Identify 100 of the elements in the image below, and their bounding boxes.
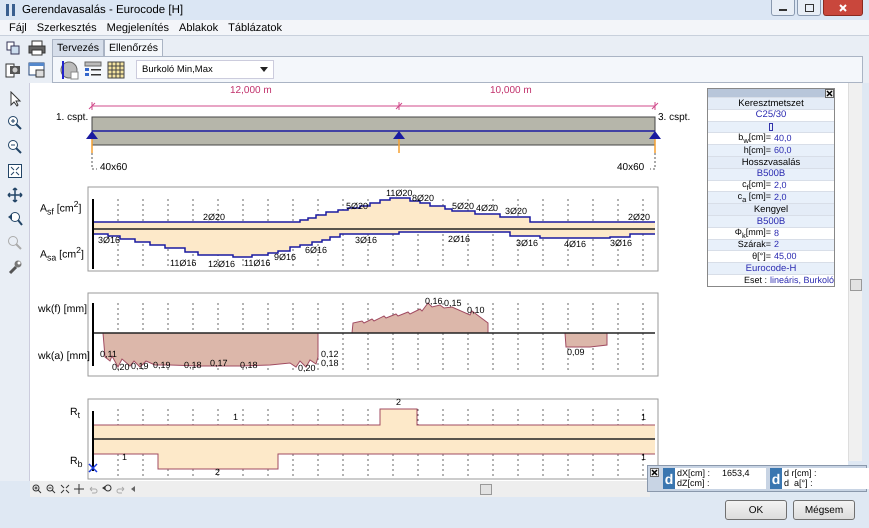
value-label: 0,18: [240, 361, 258, 370]
dialog-button[interactable]: Mégsem: [793, 500, 855, 520]
tab[interactable]: Tervezés: [52, 39, 104, 56]
axis-label: A$_{sa}$ [cm$^{2}$]: [40, 246, 84, 262]
rebar-label: 4Ø16: [564, 240, 586, 249]
window-title: Gerendavasalás - Eurocode [H]: [22, 4, 184, 16]
value-label: 0,20: [298, 364, 316, 373]
property-value: 2,0: [774, 181, 787, 190]
property-value: Eurocode-H: [746, 264, 796, 274]
rebar-label: 4Ø20: [476, 204, 498, 213]
coordinate-label: d a[°] :: [784, 479, 814, 488]
value-label: 0,20: [112, 363, 130, 372]
table-icon[interactable]: [107, 60, 125, 78]
axis-label: wk(f) [mm]: [38, 304, 87, 314]
span-length-label: 12,000 m: [230, 86, 272, 96]
coordinate-label: d r[cm] :: [784, 468, 818, 478]
coordinate-field[interactable]: 1653,4: [722, 468, 766, 478]
property-label: Szárak=: [736, 240, 772, 250]
property-value: 45,00: [774, 252, 797, 262]
menu-item[interactable]: Fájl: [9, 22, 27, 34]
section-heading: Hosszvasalás: [742, 158, 800, 168]
fit-view-icon[interactable]: [60, 484, 70, 494]
scroll-left-icon[interactable]: [130, 484, 136, 494]
rebar-label: 3Ø20: [505, 207, 528, 216]
menu-item[interactable]: Szerkesztés: [36, 22, 97, 34]
rebar-label: 8Ø20: [412, 194, 434, 203]
value-label: 0,10: [467, 306, 485, 315]
rebar-label: 2Ø20: [628, 213, 650, 222]
property-label: b$_{w}$[cm]=: [737, 133, 772, 144]
close-button[interactable]: [825, 89, 834, 98]
axis-label: R$_{t}$: [70, 407, 80, 420]
zoom-in-icon[interactable]: [32, 484, 42, 494]
dialog-button[interactable]: OK: [725, 500, 787, 520]
property-value: C25/30: [756, 110, 786, 120]
value-label: 1: [641, 453, 646, 462]
move-icon[interactable]: [74, 484, 84, 494]
mode-dropdown[interactable]: Burkoló Min,Max: [136, 60, 274, 79]
zoom-out-icon[interactable]: [46, 484, 56, 494]
value-label: 1: [641, 413, 646, 422]
property-value: 2: [774, 240, 780, 250]
value-label: 0,18: [321, 359, 339, 368]
zoom-back-icon[interactable]: [102, 484, 112, 494]
property-label: θ[°]=: [751, 252, 772, 262]
rebar-label: 6Ø16: [305, 246, 328, 255]
menu-item[interactable]: Ablakok: [179, 22, 218, 34]
coordinate-label: dX[cm] :: [677, 468, 712, 478]
rebar-label: 3Ø16: [355, 236, 378, 245]
axis-label: wk(a) [mm]: [38, 351, 90, 362]
value-label: 0,19: [153, 361, 171, 370]
mode-badge[interactable]: d: [663, 468, 675, 489]
value-label: 0,15: [444, 299, 462, 308]
maximize-icon: [804, 4, 814, 12]
property-label: c$_{a}$ [cm]=: [736, 192, 772, 204]
scrollbar[interactable]: [848, 83, 862, 461]
printer-icon[interactable]: [26, 40, 48, 56]
axis-label: R$_{b}$: [70, 456, 82, 469]
app-icon: [5, 3, 17, 17]
rebar-label: 9Ø16: [274, 253, 296, 262]
property-value: 40,0: [774, 134, 792, 144]
mode-badge[interactable]: d: [770, 468, 782, 489]
value-label: 0,16: [425, 297, 443, 306]
axis-label: A$_{sf}$ [cm$^{2}$]: [40, 200, 82, 216]
leader-line: [92, 152, 98, 170]
property-value: B500B: [756, 216, 786, 226]
property-label: Φ$_{k}$[mm]=: [734, 228, 772, 239]
value-label: 0,19: [131, 362, 149, 371]
property-value: 2,0: [774, 193, 787, 202]
close-button[interactable]: [650, 468, 659, 477]
value-label: 0,17: [210, 359, 228, 368]
value-label: 2: [396, 398, 402, 407]
rebar-label: 12Ø16: [208, 260, 236, 269]
menu-item[interactable]: Táblázatok: [228, 22, 282, 34]
property-value: 60,0: [774, 146, 792, 156]
close-icon: [839, 4, 847, 12]
cross-section-icon: [769, 122, 773, 131]
minimize-button[interactable]: [771, 0, 795, 16]
menu-item[interactable]: Megjelenítés: [106, 22, 170, 34]
maximize-button[interactable]: [797, 0, 821, 16]
property-value: lineáris, Burkoló: [770, 276, 834, 285]
value-label: 1: [122, 453, 128, 462]
rebar-label: 11Ø16: [244, 259, 270, 268]
section-label: 40x60: [100, 163, 128, 173]
property-label: Eset :: [742, 276, 768, 285]
property-label: c$_{f}$[cm]=: [741, 180, 772, 192]
tab[interactable]: Ellenőrzés: [104, 39, 164, 56]
value-label: 0,11: [100, 350, 117, 359]
rebar-label: 3Ø16: [516, 239, 538, 248]
close-button[interactable]: [823, 0, 863, 16]
section-label: 40x60: [617, 163, 644, 173]
rebar-label: 3Ø16: [610, 239, 632, 248]
list-icon[interactable]: [84, 60, 102, 78]
value-label: 0,09: [567, 348, 585, 357]
move-icon[interactable]: [4, 185, 24, 204]
value-label: 0,12: [321, 350, 339, 359]
rebar-label: 2Ø16: [448, 235, 470, 244]
section-icon[interactable]: [59, 60, 79, 80]
rebar-label: 5Ø20: [452, 202, 474, 211]
origin-marker-icon: [88, 463, 98, 473]
rebar-label: 2Ø20: [203, 213, 226, 222]
rebar-label: 11Ø16: [170, 259, 196, 268]
